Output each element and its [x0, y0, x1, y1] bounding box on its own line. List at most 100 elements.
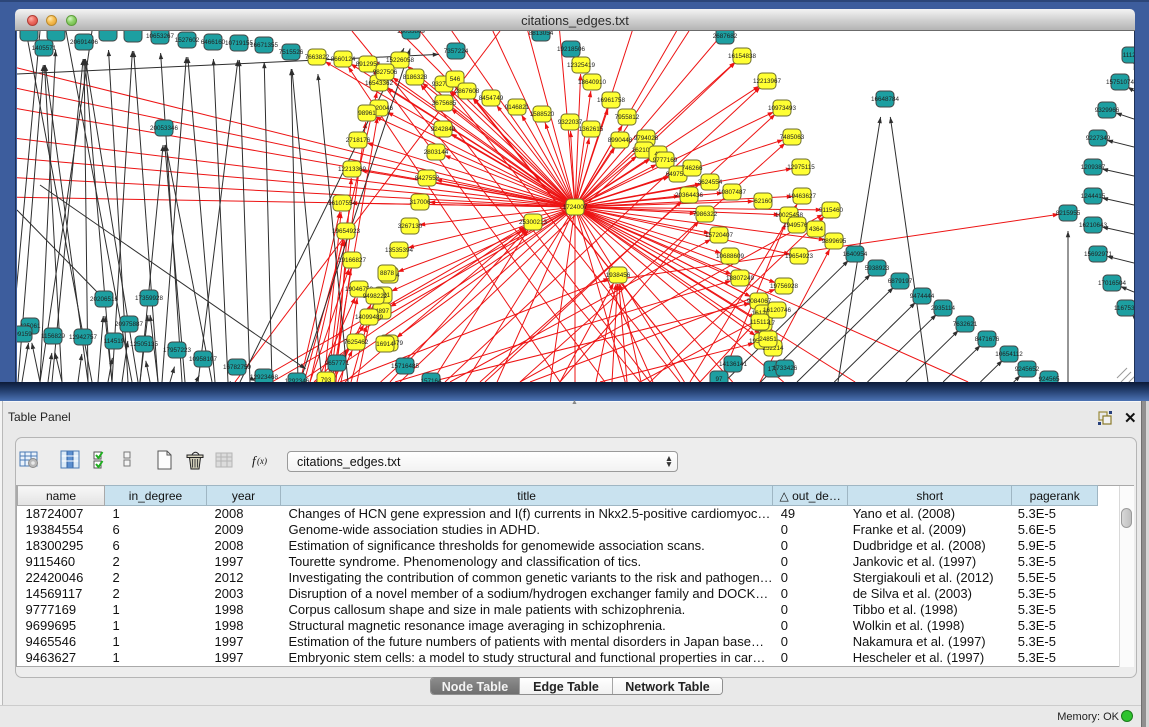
svg-text:16914: 16914 — [376, 341, 394, 348]
svg-text:1167534: 1167534 — [1114, 305, 1134, 312]
svg-text:1938456: 1938456 — [606, 272, 631, 279]
svg-text:14099489: 14099489 — [355, 314, 384, 321]
svg-text:7632621: 7632621 — [953, 321, 978, 328]
svg-text:746266: 746266 — [681, 165, 703, 172]
svg-text:7515526: 7515526 — [279, 49, 304, 56]
svg-text:16033809: 16033809 — [397, 31, 426, 35]
svg-text:1724007: 1724007 — [563, 204, 588, 211]
svg-text:12213967: 12213967 — [753, 78, 782, 85]
svg-text:9498222: 9498222 — [363, 293, 388, 300]
svg-text:8813054: 8813054 — [529, 31, 554, 37]
svg-text:9115460: 9115460 — [819, 207, 844, 214]
svg-text:2803144: 2803144 — [424, 149, 449, 156]
svg-text:62160: 62160 — [754, 198, 772, 205]
svg-text:19654923: 19654923 — [785, 253, 814, 260]
svg-text:9245652: 9245652 — [1015, 366, 1040, 373]
svg-text:16120746: 16120746 — [763, 307, 792, 314]
svg-text:16671355: 16671355 — [250, 42, 279, 49]
svg-text:16107554: 16107554 — [328, 200, 357, 207]
svg-text:7986322: 7986322 — [693, 211, 718, 218]
svg-text:9777169: 9777169 — [653, 157, 678, 164]
svg-text:7663822: 7663822 — [305, 54, 330, 61]
svg-text:9657771: 9657771 — [325, 360, 350, 367]
svg-text:9827506: 9827506 — [373, 69, 398, 76]
svg-text:9146821: 9146821 — [505, 104, 530, 111]
svg-text:16782759: 16782759 — [223, 364, 252, 371]
svg-text:19463627: 19463627 — [788, 193, 817, 200]
svg-text:14136141: 14136141 — [719, 361, 748, 368]
svg-text:9474444: 9474444 — [910, 293, 935, 300]
svg-text:8878: 8878 — [380, 270, 395, 277]
svg-text:17016504: 17016504 — [1098, 280, 1127, 287]
svg-text:8990448: 8990448 — [608, 137, 633, 144]
svg-text:8454749: 8454749 — [479, 95, 504, 102]
svg-text:16210643: 16210643 — [1079, 222, 1108, 229]
svg-text:10653267: 10653267 — [146, 33, 175, 40]
svg-text:15226058: 15226058 — [386, 57, 415, 64]
svg-text:6879197: 6879197 — [888, 278, 913, 285]
svg-text:12923468: 12923468 — [250, 374, 279, 381]
svg-text:1733426: 1733426 — [773, 365, 798, 372]
svg-text:7357224: 7357224 — [444, 48, 469, 55]
svg-text:20053346: 20053346 — [150, 125, 179, 132]
svg-text:99159: 99159 — [17, 331, 32, 338]
svg-text:1362615: 1362615 — [579, 126, 604, 133]
svg-text:4364: 4364 — [809, 226, 824, 233]
svg-text:12942757: 12942757 — [69, 334, 98, 341]
svg-text:1527602: 1527602 — [175, 37, 200, 44]
svg-text:17359928: 17359928 — [135, 295, 164, 302]
svg-text:20364436: 20364436 — [675, 192, 704, 199]
svg-text:15716485: 15716485 — [391, 363, 420, 370]
svg-text:16961758: 16961758 — [597, 97, 626, 104]
svg-text:11123: 11123 — [1123, 52, 1134, 59]
svg-text:7955812: 7955812 — [615, 114, 640, 121]
svg-text:3624554: 3624554 — [698, 179, 723, 186]
svg-text:15751074: 15751074 — [1106, 79, 1134, 86]
svg-text:1156829: 1156829 — [41, 333, 66, 340]
svg-text:16648784: 16648784 — [871, 96, 900, 103]
svg-text:2867608: 2867608 — [455, 88, 480, 95]
svg-text:5938923: 5938923 — [865, 265, 890, 272]
svg-text:19756928: 19756928 — [770, 283, 799, 290]
svg-text:115112: 115112 — [750, 319, 771, 326]
svg-text:9227349: 9227349 — [1086, 135, 1111, 142]
svg-text:9329966: 9329966 — [1095, 107, 1120, 114]
svg-text:7485063: 7485063 — [780, 134, 805, 141]
svg-text:9084067: 9084067 — [747, 298, 772, 305]
svg-text:3267130: 3267130 — [398, 223, 423, 230]
svg-text:10688609: 10688609 — [716, 253, 745, 260]
svg-text:9794028: 9794028 — [634, 135, 659, 142]
svg-text:25300213: 25300213 — [519, 219, 548, 226]
svg-text:9242848: 9242848 — [431, 126, 456, 133]
svg-text:12505135: 12505135 — [130, 341, 159, 348]
svg-text:8471676: 8471676 — [975, 336, 1000, 343]
svg-text:17957223: 17957223 — [163, 347, 192, 354]
svg-text:19654923: 19654923 — [332, 228, 361, 235]
svg-text:6466160: 6466160 — [201, 39, 226, 46]
svg-text:19166827: 19166827 — [338, 257, 367, 264]
svg-text:20975887: 20975887 — [115, 321, 144, 328]
svg-text:24851: 24851 — [759, 336, 777, 343]
svg-text:3675685: 3675685 — [432, 100, 457, 107]
svg-text:114519: 114519 — [104, 338, 125, 345]
svg-text:2687682: 2687682 — [713, 33, 738, 40]
svg-text:10654112: 10654112 — [995, 351, 1023, 358]
svg-text:18640910: 18640910 — [578, 79, 607, 86]
svg-text:1588520: 1588520 — [530, 111, 555, 118]
svg-text:18807249: 18807249 — [726, 275, 755, 282]
svg-text:20691406: 20691406 — [70, 39, 99, 46]
svg-text:8215955: 8215955 — [1056, 210, 1081, 217]
svg-text:12325419: 12325419 — [567, 62, 596, 69]
svg-text:10807487: 10807487 — [718, 189, 747, 196]
svg-text:12213369: 12213369 — [338, 166, 367, 173]
svg-text:15692971: 15692971 — [1084, 251, 1113, 258]
svg-text:10973493: 10973493 — [768, 105, 797, 112]
svg-text:10958107: 10958107 — [189, 356, 218, 363]
svg-text:16154838: 16154838 — [728, 53, 757, 60]
svg-text:9322037: 9322037 — [558, 119, 583, 126]
svg-text:8660124: 8660124 — [331, 56, 356, 63]
svg-text:317006: 317006 — [409, 199, 431, 206]
svg-text:12975115: 12975115 — [787, 164, 815, 171]
svg-text:1209387: 1209387 — [1081, 164, 1106, 171]
svg-text:546: 546 — [450, 76, 461, 83]
